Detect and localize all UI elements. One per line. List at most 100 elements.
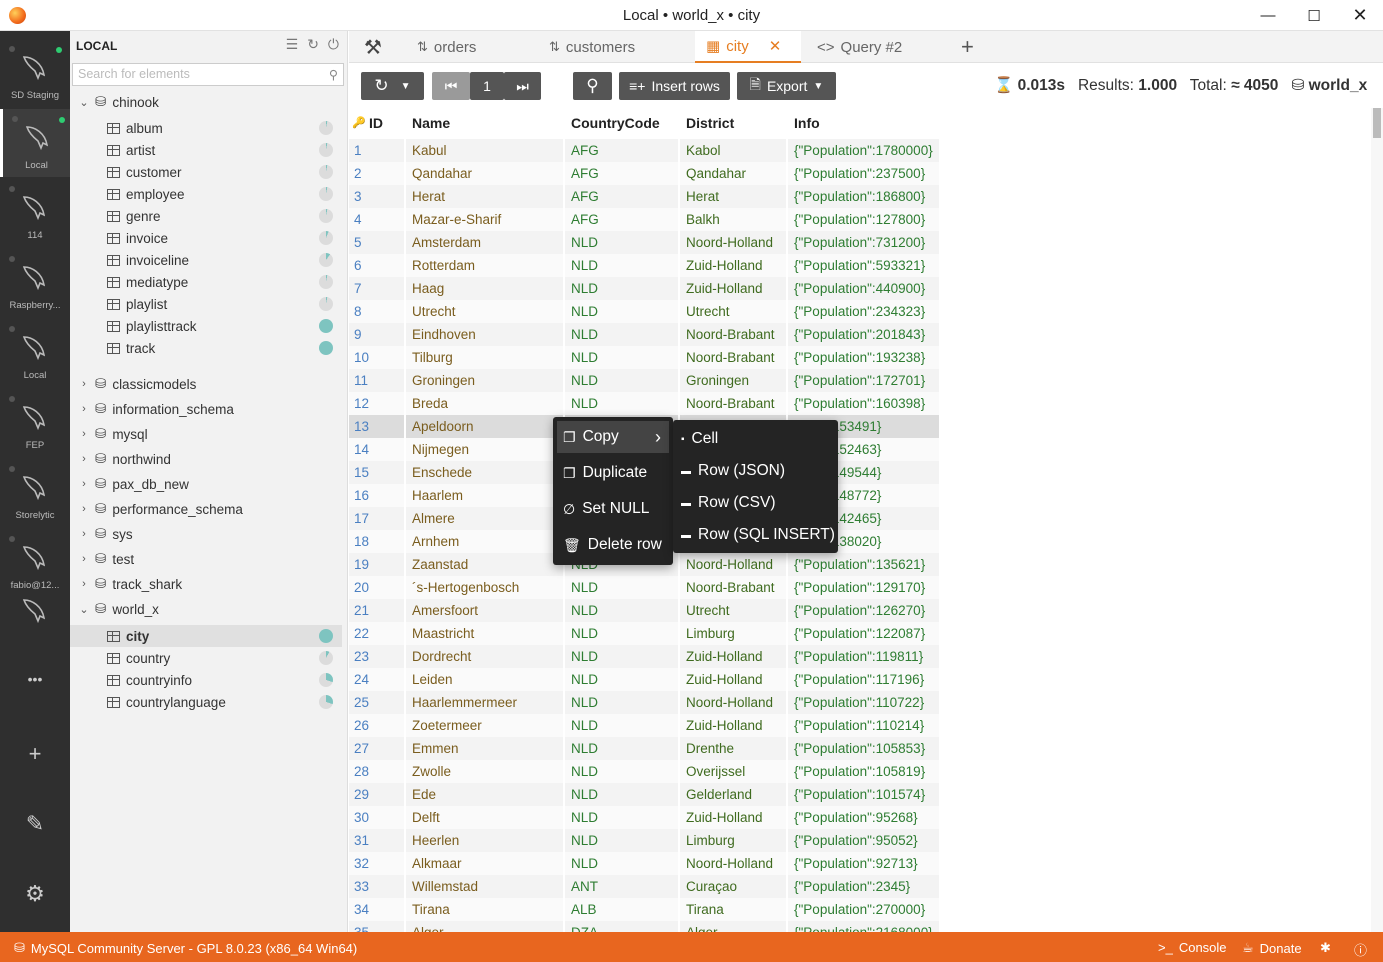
tree-item[interactable]: country	[70, 647, 342, 669]
cell-id[interactable]: 26	[349, 714, 405, 737]
cell-name[interactable]: Eindhoven	[406, 323, 564, 346]
cell-id[interactable]: 10	[349, 346, 405, 369]
chevron-right-icon[interactable]: ›	[78, 503, 90, 515]
tree-item[interactable]: genre	[70, 205, 342, 227]
cell-id[interactable]: 27	[349, 737, 405, 760]
docs-icon[interactable]: ✎	[0, 811, 70, 837]
connection-4[interactable]: Local	[0, 319, 70, 387]
cell-district[interactable]: Noord-Holland	[680, 852, 787, 875]
cell-name[interactable]: Dordrecht	[406, 645, 564, 668]
connection-7[interactable]: fabio@12...	[0, 529, 70, 597]
cell-info[interactable]: {"Population":2345}	[788, 875, 940, 898]
cell-id[interactable]: 19	[349, 553, 405, 576]
cell-countrycode[interactable]: NLD	[565, 599, 679, 622]
cell-id[interactable]: 1	[349, 139, 405, 162]
menu-item-delete-row[interactable]: 🗑 Delete row	[557, 529, 669, 561]
pin-icon[interactable]	[9, 46, 15, 52]
cell-district[interactable]: Alger	[680, 921, 787, 932]
more-icon[interactable]: •••	[0, 671, 70, 687]
donate-button[interactable]: ☕ Donate	[1242, 940, 1302, 956]
tree-item[interactable]: countrylanguage	[70, 691, 342, 713]
connection-2[interactable]: 114	[0, 179, 70, 247]
cell-name[interactable]: ´s-Hertogenbosch	[406, 576, 564, 599]
tree-item[interactable]: › ⛁ sys	[70, 523, 342, 545]
connection-1[interactable]: Local	[0, 109, 70, 177]
cell-district[interactable]: Zuid-Holland	[680, 277, 787, 300]
cell-name[interactable]: Arnhem	[406, 530, 564, 553]
cell-info[interactable]: {"Population":234323}	[788, 300, 940, 323]
cell-countrycode[interactable]: ALB	[565, 898, 679, 921]
cell-district[interactable]: Limburg	[680, 622, 787, 645]
cell-name[interactable]: Heerlen	[406, 829, 564, 852]
cell-id[interactable]: 32	[349, 852, 405, 875]
cell-countrycode[interactable]: AFG	[565, 162, 679, 185]
cell-id[interactable]: 21	[349, 599, 405, 622]
cell-id[interactable]: 8	[349, 300, 405, 323]
tree-item[interactable]: › ⛁ pax_db_new	[70, 473, 342, 495]
tree-item[interactable]: mediatype	[70, 271, 342, 293]
cell-id[interactable]: 9	[349, 323, 405, 346]
cell-district[interactable]: Zuid-Holland	[680, 806, 787, 829]
cell-id[interactable]: 29	[349, 783, 405, 806]
cell-district[interactable]: Noord-Holland	[680, 691, 787, 714]
tree-item[interactable]: ⌄ ⛁ chinook	[70, 91, 342, 113]
cell-countrycode[interactable]: NLD	[565, 760, 679, 783]
cell-district[interactable]: Utrecht	[680, 300, 787, 323]
first-page-button[interactable]: ⏮	[432, 72, 470, 100]
insert-rows-button[interactable]: ≡+ Insert rows	[619, 72, 730, 100]
chevron-right-icon[interactable]: ›	[78, 528, 90, 540]
cell-id[interactable]: 25	[349, 691, 405, 714]
cell-countrycode[interactable]: NLD	[565, 806, 679, 829]
menu-item-duplicate[interactable]: ❐ Duplicate	[557, 457, 669, 489]
cell-district[interactable]: Zuid-Holland	[680, 714, 787, 737]
cell-info[interactable]: {"Population":270000}	[788, 898, 940, 921]
menu-item-copy[interactable]: ❐ Copy ›	[557, 421, 669, 453]
chevron-down-icon[interactable]: ⌄	[78, 96, 90, 109]
cell-name[interactable]: Ede	[406, 783, 564, 806]
cell-name[interactable]: Rotterdam	[406, 254, 564, 277]
cell-district[interactable]: Noord-Brabant	[680, 323, 787, 346]
cell-name[interactable]: Apeldoorn	[406, 415, 564, 438]
submenu-item-row-json[interactable]: ▬ Row (JSON)	[681, 455, 831, 487]
pin-icon[interactable]	[9, 396, 15, 402]
cell-countrycode[interactable]: NLD	[565, 668, 679, 691]
export-button[interactable]: 🗎 Export ▼	[737, 72, 836, 100]
cell-countrycode[interactable]: NLD	[565, 645, 679, 668]
cell-countrycode[interactable]: NLD	[565, 852, 679, 875]
connection-0[interactable]: SD Staging	[0, 39, 70, 107]
submenu-item-row-sql-insert[interactable]: ▬ Row (SQL INSERT)	[681, 519, 835, 551]
pin-icon[interactable]	[9, 466, 15, 472]
cell-info[interactable]: {"Population":101574}	[788, 783, 940, 806]
settings-icon[interactable]: ⚙	[0, 881, 70, 907]
last-page-button[interactable]: ⏭	[504, 72, 541, 100]
cell-countrycode[interactable]: AFG	[565, 185, 679, 208]
chevron-right-icon[interactable]: ›	[78, 428, 90, 440]
tab-query-2[interactable]: <> Query #2	[817, 31, 927, 63]
chevron-right-icon[interactable]: ›	[78, 553, 90, 565]
cell-district[interactable]: Noord-Holland	[680, 231, 787, 254]
cell-district[interactable]: Overijssel	[680, 760, 787, 783]
cell-info[interactable]: {"Population":95268}	[788, 806, 940, 829]
cell-district[interactable]: Noord-Brabant	[680, 576, 787, 599]
tree-item[interactable]: invoice	[70, 227, 342, 249]
cell-district[interactable]: Utrecht	[680, 599, 787, 622]
column-header-id[interactable]: 🔑 ID	[349, 112, 405, 135]
cell-name[interactable]: Utrecht	[406, 300, 564, 323]
cell-id[interactable]: 33	[349, 875, 405, 898]
cell-name[interactable]: Nijmegen	[406, 438, 564, 461]
cell-info[interactable]: {"Population":593321}	[788, 254, 940, 277]
maximize-button[interactable]: ☐	[1291, 0, 1337, 31]
cell-info[interactable]: {"Population":117196}	[788, 668, 940, 691]
cell-countrycode[interactable]: NLD	[565, 231, 679, 254]
bug-icon[interactable]: ✱	[1320, 940, 1331, 956]
cell-info[interactable]: {"Population":186800}	[788, 185, 940, 208]
tree-item[interactable]: invoiceline	[70, 249, 342, 271]
cell-countrycode[interactable]: NLD	[565, 714, 679, 737]
cell-name[interactable]: Delft	[406, 806, 564, 829]
cell-countrycode[interactable]: NLD	[565, 346, 679, 369]
cell-countrycode[interactable]: ANT	[565, 875, 679, 898]
cell-name[interactable]: Zaanstad	[406, 553, 564, 576]
cell-name[interactable]: Amsterdam	[406, 231, 564, 254]
pin-icon[interactable]	[9, 186, 15, 192]
cell-countrycode[interactable]: NLD	[565, 576, 679, 599]
